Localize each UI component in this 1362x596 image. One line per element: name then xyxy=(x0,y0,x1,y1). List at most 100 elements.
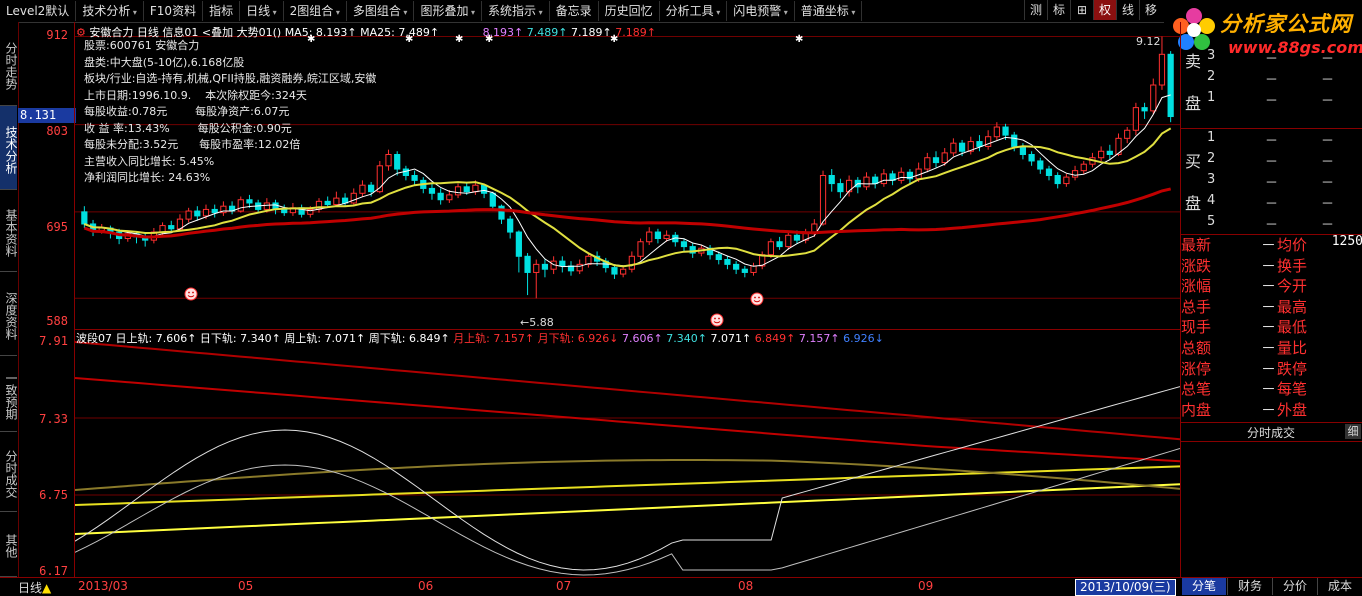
buy-level-vol: － xyxy=(1321,197,1335,212)
band-value: 6.849↑ xyxy=(754,332,796,345)
candle xyxy=(237,196,244,213)
toolbar-item[interactable]: 系统指示 xyxy=(482,1,550,21)
candle xyxy=(785,232,792,250)
candle xyxy=(281,204,288,216)
bottom-tab[interactable]: 分价 xyxy=(1272,578,1317,595)
day-lower-band: 日下轨: 7.340↑ xyxy=(199,332,281,345)
quote-dash: － xyxy=(1261,359,1277,378)
candle xyxy=(828,169,835,192)
toolbar-item[interactable]: 普通坐标 xyxy=(795,1,863,21)
candle xyxy=(194,206,201,221)
indicator-name[interactable]: 波段07 xyxy=(76,332,112,345)
toolbar-item[interactable]: 指标 xyxy=(203,1,241,21)
bottom-tab[interactable]: 财务 xyxy=(1227,578,1272,595)
bottom-tab[interactable]: 成本 xyxy=(1317,578,1362,595)
candle xyxy=(498,204,505,224)
candle xyxy=(1045,165,1053,181)
info-line: 板块/行业:自选-持有,机械,QFII持股,融资融券,皖江区域,安徽 xyxy=(84,72,377,85)
sell-level-price: － xyxy=(1265,52,1279,67)
toolbar-item[interactable]: 技术分析 xyxy=(76,1,144,21)
left-tab[interactable]: 一致预期 xyxy=(0,356,18,432)
quote-label: 涨幅 xyxy=(1181,277,1212,296)
buy-box: 买 盘 1 － － 2 － － 3 － － 4 － － 5 － － xyxy=(1181,128,1362,235)
quote-label: 涨停 xyxy=(1181,359,1212,378)
toolbar-item[interactable]: 2图组合 xyxy=(284,1,347,21)
candle xyxy=(402,165,409,181)
info-line: 每股未分配:3.52元 每股市盈率:12.02倍 xyxy=(84,138,301,151)
smiley-icon xyxy=(184,287,198,301)
sell-level-vol: － xyxy=(1321,52,1335,67)
star-mark-icon: ✱ xyxy=(795,34,803,45)
sub-chart-header: 波段07 日上轨: 7.606↑ 日下轨: 7.340↑ 周上轨: 7.071↑… xyxy=(76,330,884,346)
week-lower-band: 周下轨: 6.849↑ xyxy=(368,332,450,345)
y-label: 7.91 xyxy=(39,334,68,348)
smiley-icon xyxy=(710,313,724,327)
toolbar-right-button[interactable]: 测 xyxy=(1024,0,1047,20)
y-label: 588 xyxy=(46,314,68,328)
candle xyxy=(220,201,227,216)
toolbar-item[interactable]: 分析工具 xyxy=(660,1,728,21)
x-axis-label: 08 xyxy=(738,579,754,593)
info-line: 主营收入同比增长: 5.45% xyxy=(84,154,215,168)
candle xyxy=(567,261,575,276)
quote-dash: － xyxy=(1261,297,1277,316)
band-value: 6.926↓ xyxy=(843,332,884,345)
candle xyxy=(1150,78,1157,115)
toolbar-item[interactable]: 历史回忆 xyxy=(599,1,660,21)
candle xyxy=(837,178,844,199)
left-tab[interactable]: 分时走势 xyxy=(0,22,18,106)
quote-label: 总额 xyxy=(1181,339,1212,357)
band-indicator-chart[interactable] xyxy=(74,330,1181,577)
day-lower-line xyxy=(75,448,1180,576)
quote-label: 外盘 xyxy=(1277,400,1308,419)
candle xyxy=(1106,144,1113,160)
candle xyxy=(1037,157,1044,174)
toolbar-right-button[interactable]: 权 xyxy=(1093,0,1116,20)
left-tab[interactable]: 基本资料 xyxy=(0,190,18,272)
info-line: 净利润同比增长: 24.63% xyxy=(84,171,211,184)
date-box: 2013/10/09(三) xyxy=(1075,579,1176,596)
sell-level-price: － xyxy=(1265,73,1279,88)
quote-label: 最低 xyxy=(1277,318,1308,337)
candle xyxy=(750,262,757,276)
low-price-value: 5.88 xyxy=(529,316,554,329)
band-svg xyxy=(75,341,1180,576)
extra-value: 8.193↑ xyxy=(482,26,524,39)
buy-label-char: 买 xyxy=(1185,152,1202,171)
left-tab[interactable]: 技术分析 xyxy=(0,106,18,190)
x-axis-label: 06 xyxy=(418,579,434,593)
toolbar-right-button[interactable]: ⊞ xyxy=(1070,0,1093,20)
main-y-axis: 912 803 695 588 8.131 xyxy=(18,22,76,329)
toolbar-item[interactable]: 闪电预警 xyxy=(727,1,795,21)
left-tab[interactable]: 深度资料 xyxy=(0,272,18,356)
tick-detail-button[interactable]: 细 xyxy=(1345,424,1361,439)
left-tab[interactable]: 分时成交 xyxy=(0,432,18,512)
left-tab[interactable]: 其他 xyxy=(0,512,18,577)
week-lower-line xyxy=(75,483,1180,535)
period-tab[interactable]: 日线▲ xyxy=(18,579,51,596)
tick-header-label[interactable]: 分时成交 xyxy=(1247,424,1295,441)
y-label: 6.17 xyxy=(39,564,68,578)
candle xyxy=(515,230,522,273)
candle xyxy=(863,172,870,191)
buy-level-num: 3 xyxy=(1207,172,1216,187)
candle xyxy=(776,236,783,250)
candle xyxy=(385,149,392,171)
toolbar-item[interactable]: Level2默认 xyxy=(0,1,77,21)
toolbar-item[interactable]: 图形叠加 xyxy=(414,1,483,21)
day-upper-band: 日上轨: 7.606↑ xyxy=(115,332,197,345)
toolbar-right-button[interactable]: 移 xyxy=(1139,0,1162,20)
sell-label-char: 卖 xyxy=(1185,52,1202,71)
quote-dash: － xyxy=(1261,236,1277,254)
toolbar-item[interactable]: 日线 xyxy=(240,1,284,21)
toolbar-item[interactable]: F10资料 xyxy=(144,1,204,21)
toolbar-right-button[interactable]: 标 xyxy=(1047,0,1070,20)
quote-label: 跌停 xyxy=(1277,359,1308,378)
y-label: 912 xyxy=(46,28,68,42)
bottom-tab[interactable]: 分笔 xyxy=(1182,578,1226,595)
toolbar-right-button[interactable]: 线 xyxy=(1116,0,1139,20)
toolbar-item[interactable]: 多图组合 xyxy=(347,1,415,21)
buy-level-price: － xyxy=(1265,176,1279,191)
candle xyxy=(802,228,809,244)
toolbar-item[interactable]: 备忘录 xyxy=(550,1,599,21)
